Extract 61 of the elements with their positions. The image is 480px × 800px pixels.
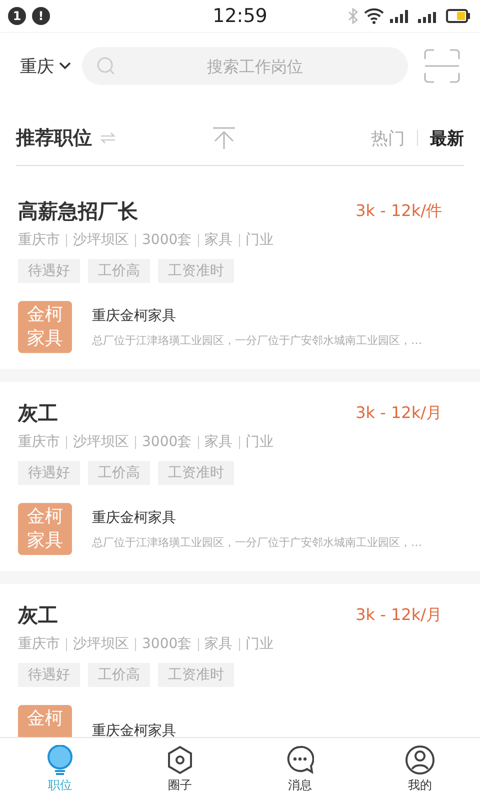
company-name: 重庆金柯家具	[92, 306, 177, 324]
section-title: 推荐职位	[16, 126, 92, 151]
company-description: 总厂位于江津珞璜工业园区，一分厂位于广安邻水城南工业园区，…	[92, 332, 422, 348]
job-attribute: 重庆市	[18, 635, 60, 653]
job-attribute: 沙坪坝区	[73, 433, 129, 451]
job-attribute: 重庆市	[18, 433, 60, 451]
salary: 3k - 12k/月	[356, 605, 442, 626]
salary: 3k - 12k/件	[356, 201, 442, 222]
wifi-icon	[364, 8, 384, 24]
job-tag: 待遇好	[18, 663, 80, 687]
chevron-down-icon	[58, 61, 72, 71]
job-tag: 待遇好	[18, 259, 80, 283]
salary: 3k - 12k/月	[356, 403, 442, 424]
back-to-top-icon[interactable]	[212, 126, 236, 150]
job-title: 高薪急招厂长	[18, 198, 138, 225]
company-logo: 金柯 家具	[18, 503, 72, 555]
company-logo: 金柯	[18, 705, 72, 737]
job-attribute: 家具	[204, 635, 233, 653]
job-tag: 工资准时	[158, 259, 234, 283]
company-name: 重庆金柯家具	[92, 508, 177, 526]
clock-time: 12:59	[212, 5, 268, 27]
job-attribute: 3000套	[142, 635, 192, 653]
hexagon-icon	[166, 744, 194, 774]
job-card[interactable]: 高薪急招厂长 3k - 12k/件 重庆市 沙坪坝区 3000套 家具 门业 待遇好 工价高 工资准时 金柯 家具 重庆金柯家具 总厂位于江津珞璜工业园区，一分厂位于广安邻水城南工业园区，…	[0, 180, 480, 382]
job-attribute: 3000套	[142, 433, 192, 451]
search-field[interactable]: 搜索工作岗位	[82, 47, 408, 85]
job-attribute: 家具	[204, 433, 233, 451]
company-logo: 金柯 家具	[18, 301, 72, 353]
notification-badge: !	[32, 7, 50, 25]
scan-icon[interactable]	[424, 49, 460, 83]
tab-bar-item[interactable]: 我的	[360, 738, 480, 800]
job-attribute: 重庆市	[18, 231, 60, 249]
bluetooth-icon	[348, 8, 358, 24]
company-description: 总厂位于江津珞璜工业园区，一分厂位于广安邻水城南工业园区，…	[92, 534, 422, 550]
city-selector[interactable]: 重庆	[20, 54, 72, 78]
job-attribute: 3000套	[142, 231, 192, 249]
job-attribute: 门业	[246, 433, 274, 451]
user-icon	[405, 744, 435, 774]
chat-bubble-icon	[286, 744, 314, 774]
notification-badge: 1	[8, 7, 26, 25]
light-bulb-icon	[46, 744, 74, 774]
company-name: 重庆金柯家具	[92, 722, 176, 737]
job-card[interactable]: 灰工 3k - 12k/月 重庆市 沙坪坝区 3000套 家具 门业 待遇好 工价高 工资准时 金柯 家具 重庆金柯家具 总厂位于江津珞璜工业园区，一分厂位于广安邻水城南工业园区，…	[0, 382, 480, 584]
job-attribute: 沙坪坝区	[73, 635, 129, 653]
tab-bar-item[interactable]: 圈子	[120, 738, 240, 800]
job-title: 灰工	[18, 602, 58, 629]
job-tag: 工资准时	[158, 663, 234, 687]
job-tag: 待遇好	[18, 461, 80, 485]
battery-icon	[446, 9, 470, 23]
job-tag: 工资准时	[158, 461, 234, 485]
sort-tab[interactable]: 最新	[430, 126, 464, 150]
job-attribute: 门业	[246, 231, 274, 249]
swap-icon[interactable]	[100, 132, 116, 144]
job-title: 灰工	[18, 400, 58, 427]
job-attribute: 门业	[246, 635, 274, 653]
tab-bar-item[interactable]: 消息	[240, 738, 360, 800]
job-attribute: 沙坪坝区	[73, 231, 129, 249]
job-attribute: 家具	[204, 231, 233, 249]
job-tag: 工价高	[88, 663, 150, 687]
job-tag: 工价高	[88, 461, 150, 485]
job-tag: 工价高	[88, 259, 150, 283]
